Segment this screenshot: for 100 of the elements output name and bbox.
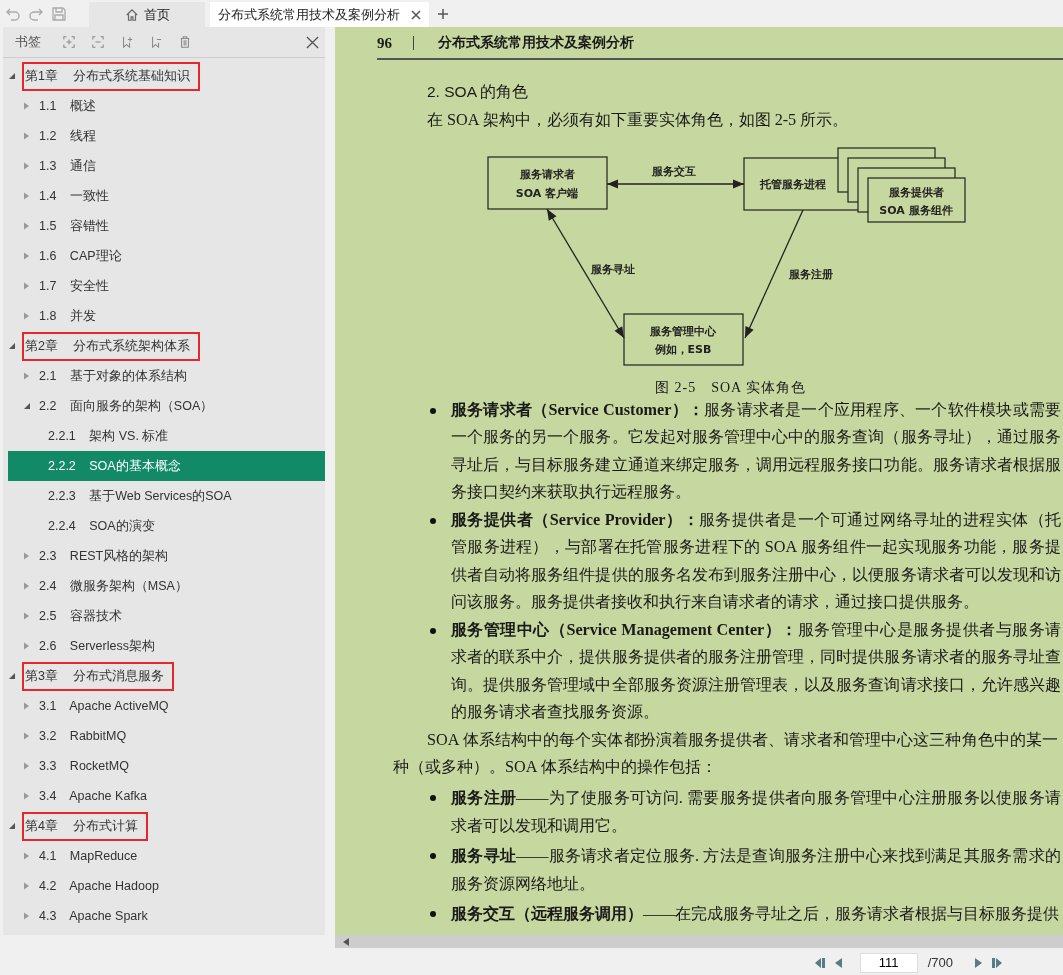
list-item-text: 服务注册——为了使服务可访问. 需要服务提供者向服务管理中心注册服务以使服务请求者可以发现和调用它。: [451, 787, 1061, 837]
bookmark-item[interactable]: 1.6 CAP理论: [8, 241, 325, 271]
bookmark-item[interactable]: 2.2.1 架构 VS. 标准: [8, 421, 325, 451]
bookmark-item[interactable]: 1.4 一致性: [8, 181, 325, 211]
arrow-label: 服务注册: [789, 267, 833, 281]
bookmark-item[interactable]: 3.3 RocketMQ: [8, 751, 325, 781]
bookmark-item[interactable]: 2.5 容器技术: [8, 601, 325, 631]
list-item-text: 服务寻址——服务请求者定位服务. 方法是查询服务注册中心来找到满足其服务需求的服务资源网络地址。: [451, 845, 1061, 895]
bookmark-label: 2.5 容器技术: [38, 607, 123, 625]
bookmark-item[interactable]: 第3章 分布式消息服务: [8, 661, 325, 691]
close-icon[interactable]: [411, 9, 421, 20]
running-title: 分布式系统常用技术及案例分析: [438, 34, 634, 52]
bookmark-label: 1.7 安全性: [38, 277, 110, 295]
bullet-icon: [430, 794, 436, 801]
bookmark-item[interactable]: 2.1 基于对象的体系结构: [8, 361, 325, 391]
trash-icon[interactable]: [179, 36, 191, 48]
box-label: 托管服务进程: [760, 177, 826, 191]
bookmark-item[interactable]: 4.1 MapReduce: [8, 841, 325, 871]
bookmark-item[interactable]: 4.2 Apache Hadoop: [8, 871, 325, 901]
bookmark-label: 2.2.4 SOA的演变: [47, 517, 156, 535]
bookmark-item[interactable]: 3.2 RabbitMQ: [8, 721, 325, 751]
bookmark-item[interactable]: 1.2 线程: [8, 121, 325, 151]
tab[interactable]: 首页: [89, 2, 205, 27]
bookmark-label: 3.4 Apache Kafka: [38, 788, 148, 805]
last-page-icon[interactable]: [989, 955, 1003, 970]
paragraph: SOA 体系结构中的每个实体都扮演着服务提供者、请求者和管理中心这三种角色中的某一种（或多种）。SOA 体系结构中的操作包括：: [393, 729, 1058, 778]
box-label: SOA 服务组件: [879, 203, 953, 217]
bookmark-label: 1.2 线程: [38, 127, 97, 145]
collapse-icon[interactable]: [92, 36, 104, 48]
bookmark-item[interactable]: 第4章 分布式计算: [8, 811, 325, 841]
expander-icon[interactable]: [8, 822, 16, 830]
remove-bookmark-icon[interactable]: [150, 36, 162, 48]
bookmark-item[interactable]: 第1章 分布式系统基础知识: [8, 61, 325, 91]
bookmark-label: 3.1 Apache ActiveMQ: [38, 698, 170, 715]
bookmark-label: 2.4 微服务架构（MSA）: [38, 577, 189, 595]
add-bookmark-icon[interactable]: [121, 36, 133, 48]
bookmark-item[interactable]: 2.2 面向服务的架构（SOA）: [8, 391, 325, 421]
expander-icon[interactable]: [8, 342, 16, 350]
bookmark-item[interactable]: 2.6 Serverless架构: [8, 631, 325, 661]
tab[interactable]: 分布式系统常用技术及案例分析: [210, 2, 429, 27]
bookmark-item[interactable]: 第2章 分布式系统架构体系: [8, 331, 325, 361]
bullet-icon: [430, 910, 436, 917]
bookmark-label: 2.2.2 SOA的基本概念: [47, 457, 182, 475]
box-label: SOA 客户端: [515, 186, 579, 200]
scroll-left-icon[interactable]: [343, 937, 349, 946]
list-item-text: 服务提供者（Service Provider）：服务提供者是一个可通过网络寻址的进程实体（托管服务进程），与部署在托管服务进程下的 SOA 服务组件一起实现服务功能，服务提供者自动将服务组件提供的服务名发布到服务注册中心，以便服务请求者可以发现和访问该服务。服务提供者接收和执行来自请求者的请求，通过接口提供服务。: [451, 509, 1061, 613]
bookmark-label: 1.6 CAP理论: [38, 247, 123, 265]
scrollbar[interactable]: [335, 935, 1063, 948]
bookmark-label: 4.1 MapReduce: [38, 848, 139, 865]
bullet-icon: [430, 407, 436, 414]
bookmark-item[interactable]: 1.8 并发: [8, 301, 325, 331]
bookmark-item[interactable]: 1.7 安全性: [8, 271, 325, 301]
bookmark-label: 2.2.3 基于Web Services的SOA: [47, 487, 233, 505]
first-page-icon[interactable]: [813, 955, 828, 970]
paragraph: 在 SOA 架构中，必须有如下重要实体角色，如图 2-5 所示。: [427, 110, 850, 131]
bookmark-label: 第2章 分布式系统架构体系: [22, 331, 201, 361]
bookmark-item[interactable]: 2.2.3 基于Web Services的SOA: [8, 481, 325, 511]
figure-caption: 图 2-5 SOA 实体角色: [655, 378, 807, 397]
bookmark-item[interactable]: 2.2.2 SOA的基本概念: [8, 451, 325, 481]
box-label: 服务请求者: [519, 167, 575, 181]
bullet-icon: [430, 517, 436, 524]
bookmark-item[interactable]: 1.1 概述: [8, 91, 325, 121]
expander-icon[interactable]: [23, 402, 31, 410]
expander-icon[interactable]: [8, 72, 16, 80]
list-item-text: 服务请求者（Service Customer）：服务请求者是一个应用程序、一个软件模块或需要一个服务的另一个服务。它发起对服务管理中心中的服务查询（服务寻址），通过服务寻址后，与目标服务建立通道来绑定服务，调用远程服务接口功能。服务请求者根据服务接口契约来获取执行远程服务。: [451, 399, 1061, 503]
page-input[interactable]: 111: [859, 952, 918, 973]
close-icon[interactable]: [306, 35, 319, 49]
bookmark-item[interactable]: 4.3 Apache Spark: [8, 901, 325, 931]
bookmark-label: 3.3 RocketMQ: [38, 758, 130, 775]
bookmark-label: 4.3 Apache Spark: [38, 908, 149, 925]
bookmark-label: 2.1 基于对象的体系结构: [38, 367, 188, 385]
box-label: 服务管理中心: [650, 324, 716, 338]
bookmark-label: 第1章 分布式系统基础知识: [22, 61, 201, 91]
save-icon[interactable]: [51, 5, 67, 22]
bookmark-label: 2.3 REST风格的架构: [38, 547, 170, 565]
expand-icon[interactable]: [63, 36, 75, 48]
list-item-text: 服务管理中心（Service Management Center）：服务管理中心是服务提供者与服务请求者的联系中介，提供服务提供者的服务注册管理，同时提供服务请求者的服务寻址查询。提供服务管理域中全部服务资源注册管理表，以及服务查询请求接口，允许感兴趣的服务请求者查找服务资源。: [451, 619, 1061, 723]
bookmark-item[interactable]: 2.2.4 SOA的演变: [8, 511, 325, 541]
bookmark-label: 2.2.1 架构 VS. 标准: [47, 427, 170, 445]
bookmark-label: 第4章 分布式计算: [22, 811, 149, 841]
bookmark-item[interactable]: 3.4 Apache Kafka: [8, 781, 325, 811]
bookmark-item[interactable]: 2.3 REST风格的架构: [8, 541, 325, 571]
page-count: /700: [927, 955, 953, 970]
bookmark-item[interactable]: 1.3 通信: [8, 151, 325, 181]
bookmark-label: 2.6 Serverless架构: [38, 637, 156, 655]
bookmark-label: 4.2 Apache Hadoop: [38, 878, 160, 895]
bookmark-item[interactable]: 3.1 Apache ActiveMQ: [8, 691, 325, 721]
bookmark-item[interactable]: 2.4 微服务架构（MSA）: [8, 571, 325, 601]
arrow-label: 服务交互: [652, 164, 696, 178]
bookmark-label: 第3章 分布式消息服务: [22, 661, 175, 691]
bookmark-label: 1.4 一致性: [38, 187, 110, 205]
panel-title: 书签: [15, 33, 41, 51]
bullet-icon: [430, 627, 436, 634]
expander-icon[interactable]: [8, 672, 16, 680]
add-tab-icon[interactable]: [437, 7, 449, 20]
box-label: 服务提供者: [888, 185, 944, 199]
bookmark-label: 2.2 面向服务的架构（SOA）: [38, 397, 215, 415]
section-heading: 2. SOA 的角色: [427, 82, 530, 102]
bookmark-item[interactable]: 1.5 容错性: [8, 211, 325, 241]
bookmark-label: 1.3 通信: [38, 157, 97, 175]
